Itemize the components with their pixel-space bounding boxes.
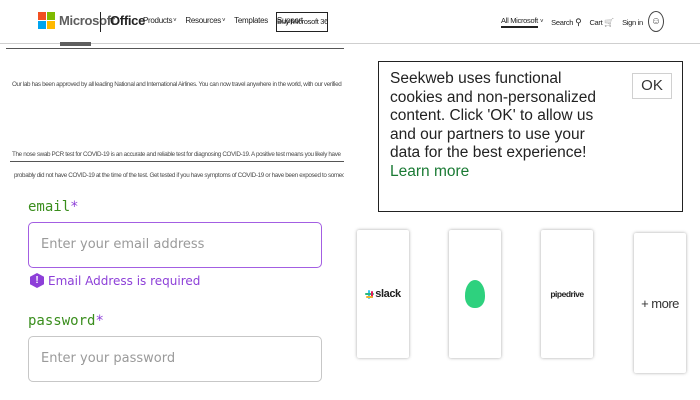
password-label-text: password: [28, 313, 96, 329]
chevron-down-icon: ˅: [539, 19, 544, 25]
slack-icon: [365, 289, 375, 299]
green-app-icon: [465, 280, 485, 308]
covid-info-panel: Our lab has been approved by all leading…: [6, 48, 344, 164]
cookie-consent-banner: Seekweb uses functional cookies and non-…: [378, 61, 683, 212]
avatar-icon[interactable]: ☺: [648, 11, 664, 32]
slack-wordmark: slack: [375, 288, 401, 300]
microsoft-header: Microsoft Office Products ˅ Resources ˅ Te…: [0, 0, 700, 46]
email-label-text: email: [28, 199, 71, 215]
chevron-down-icon: ˅: [221, 17, 226, 24]
email-field[interactable]: Enter your email address: [28, 222, 322, 268]
password-label: password*: [28, 313, 104, 329]
pipedrive-wordmark: pipedrive: [550, 289, 584, 299]
integration-card-more[interactable]: + more: [634, 233, 686, 373]
microsoft-brand[interactable]: Microsoft: [59, 13, 115, 28]
integration-card-slack[interactable]: slack: [357, 230, 409, 358]
all-microsoft-label: All Microsoft: [501, 16, 538, 28]
active-tab-indicator: [60, 42, 91, 46]
required-marker: *: [95, 313, 104, 329]
nav-products[interactable]: Products ˅: [143, 16, 177, 25]
header-right-nav: All Microsoft ˅ Search ⚲ Cart 🛒 Sign in: [501, 16, 651, 28]
nav-resources-label: Resources: [185, 16, 221, 25]
covid-panel-divider: [10, 161, 344, 162]
learn-more-link[interactable]: Learn more: [390, 163, 469, 180]
email-label: email*: [28, 199, 79, 215]
email-error-message: ! Email Address is required: [30, 273, 200, 288]
cart-button[interactable]: Cart 🛒: [589, 18, 614, 27]
integration-card-pipedrive[interactable]: pipedrive: [541, 230, 593, 358]
nav-products-label: Products: [143, 16, 173, 25]
cookie-message: Seekweb uses functional cookies and non-…: [390, 70, 610, 181]
error-icon: !: [30, 273, 44, 288]
covid-pcr-text: The nose swab PCR test for COVID-19 is a…: [12, 151, 342, 158]
all-microsoft-menu[interactable]: All Microsoft ˅: [501, 16, 543, 28]
password-field[interactable]: Enter your password: [28, 336, 322, 382]
email-placeholder: Enter your email address: [41, 237, 205, 252]
integration-card-green-app[interactable]: [449, 230, 501, 358]
sign-in-link[interactable]: Sign in: [622, 18, 643, 27]
required-marker: *: [70, 199, 79, 215]
cookie-ok-button[interactable]: OK: [632, 73, 672, 99]
search-label: Search: [551, 17, 574, 27]
search-icon: ⚲: [575, 16, 582, 27]
header-divider: [100, 12, 101, 32]
search-button[interactable]: Search ⚲: [551, 16, 582, 28]
nav-templates[interactable]: Templates: [234, 16, 268, 25]
microsoft-logo-icon[interactable]: [38, 12, 55, 29]
buy-microsoft-365-button[interactable]: Buy Microsoft 365: [276, 12, 328, 32]
covid-pcr-text-continued: probably did not have COVID-19 at the ti…: [14, 172, 344, 179]
email-error-text: Email Address is required: [48, 273, 201, 288]
header-bottom-border: [0, 43, 700, 44]
cart-icon: 🛒: [604, 17, 615, 27]
nav-resources[interactable]: Resources ˅: [185, 16, 225, 25]
cart-label: Cart: [589, 17, 603, 27]
cookie-message-text: Seekweb uses functional cookies and non-…: [390, 70, 596, 161]
password-placeholder: Enter your password: [41, 351, 176, 366]
chevron-down-icon: ˅: [173, 17, 177, 24]
covid-approval-text: Our lab has been approved by all leading…: [12, 81, 342, 88]
office-product-link[interactable]: Office: [110, 13, 145, 28]
more-integrations-label: + more: [641, 295, 679, 311]
slack-logo: slack: [365, 288, 401, 300]
